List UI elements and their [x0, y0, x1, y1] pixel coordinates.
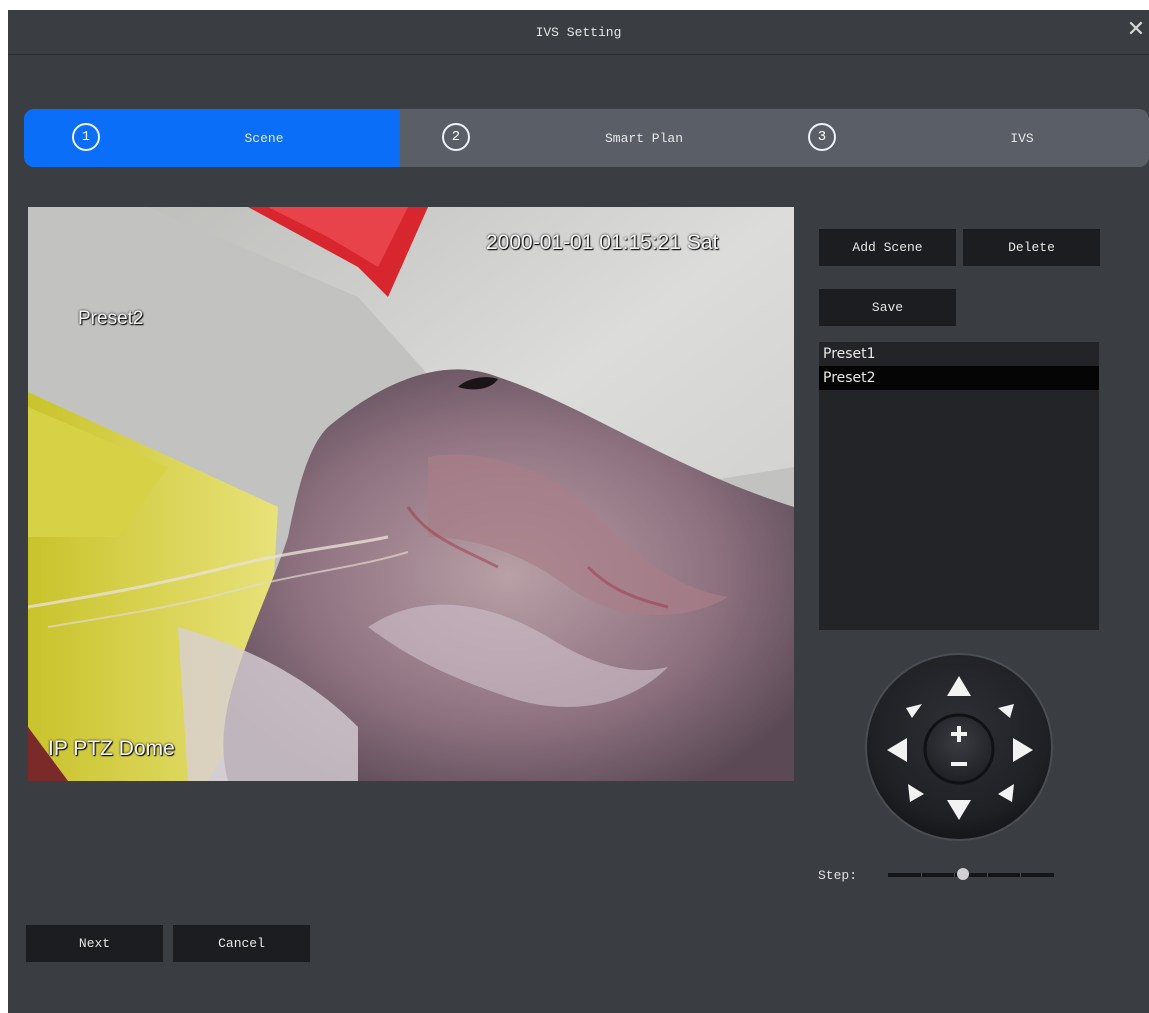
- save-button[interactable]: Save: [819, 289, 956, 326]
- step-label: Scene: [244, 130, 284, 146]
- add-scene-button[interactable]: Add Scene: [819, 229, 956, 266]
- slider-tick: [954, 873, 955, 877]
- preset-list[interactable]: Preset1 Preset2: [819, 342, 1099, 630]
- step-label: Smart Plan: [604, 130, 683, 146]
- video-preview[interactable]: 2000-01-01 01:15:21 Sat Preset2 IP PTZ D…: [28, 207, 794, 781]
- next-button[interactable]: Next: [26, 925, 163, 962]
- slider-tick: [987, 873, 988, 877]
- video-preset-label: Preset2: [78, 308, 144, 329]
- list-item[interactable]: Preset1: [819, 342, 1099, 366]
- step-ivs[interactable]: 3 IVS: [766, 109, 1149, 167]
- step-slider[interactable]: [888, 865, 1054, 885]
- ptz-control-pad: [865, 653, 1053, 841]
- list-item-selected[interactable]: Preset2: [819, 366, 1099, 390]
- step-label: Step:: [818, 868, 858, 883]
- camera-scene-image: [28, 207, 794, 781]
- ivs-setting-dialog: IVS Setting ✕ 1 Scene 2 Smart Plan 3 IVS: [8, 10, 1149, 1013]
- slider-thumb[interactable]: [956, 868, 969, 880]
- step-label: IVS: [1010, 130, 1034, 146]
- step-smart-plan[interactable]: 2 Smart Plan: [400, 109, 766, 167]
- slider-tick: [921, 873, 922, 877]
- delete-button[interactable]: Delete: [963, 229, 1100, 266]
- slider-track: [888, 873, 1054, 877]
- zoom-out-icon[interactable]: [951, 762, 967, 766]
- title-bar: IVS Setting ✕: [8, 10, 1149, 55]
- close-icon[interactable]: ✕: [1125, 19, 1147, 41]
- step-number: 2: [442, 123, 470, 151]
- dialog-title: IVS Setting: [535, 24, 622, 40]
- cancel-button[interactable]: Cancel: [173, 925, 310, 962]
- step-scene[interactable]: 1 Scene: [24, 109, 400, 167]
- video-timestamp: 2000-01-01 01:15:21 Sat: [486, 231, 719, 254]
- video-camera-name: IP PTZ Dome: [48, 737, 175, 760]
- step-number: 3: [808, 123, 836, 151]
- slider-tick: [1020, 873, 1021, 877]
- ptz-control: [864, 652, 1054, 842]
- step-number: 1: [72, 123, 100, 151]
- wizard-steps: 1 Scene 2 Smart Plan 3 IVS: [24, 109, 1149, 167]
